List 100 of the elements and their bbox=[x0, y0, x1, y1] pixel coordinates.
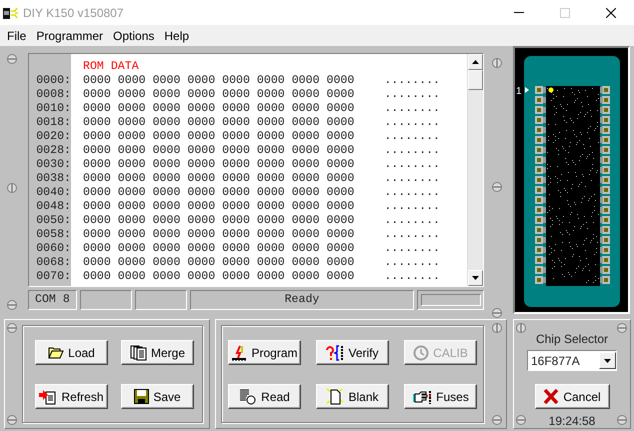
screw-icon bbox=[492, 58, 502, 68]
hex-data: 0000 0000 0000 0000 0000 0000 0000 0000 bbox=[83, 172, 354, 186]
address-label: 0030: bbox=[35, 158, 71, 172]
cross-icon bbox=[543, 389, 560, 404]
address-label: 0038: bbox=[35, 172, 71, 186]
question-brace-icon bbox=[326, 344, 344, 360]
pin-marker-icon bbox=[525, 87, 529, 93]
screw-icon bbox=[492, 182, 502, 192]
ascii-data: ........ bbox=[384, 172, 440, 186]
scroll-thumb[interactable] bbox=[468, 70, 483, 90]
file-button[interactable]: Merge bbox=[121, 340, 194, 365]
section-heading: ROM DATA bbox=[83, 60, 140, 74]
folder-icon bbox=[48, 346, 64, 359]
sparkle-page-icon bbox=[326, 388, 344, 405]
file-button[interactable]: Save bbox=[121, 384, 194, 409]
ascii-data: ........ bbox=[384, 214, 440, 228]
screw-icon bbox=[7, 323, 17, 333]
ascii-data: ........ bbox=[384, 158, 440, 172]
address-label: 0048: bbox=[35, 200, 71, 214]
clock-icon bbox=[413, 344, 430, 360]
clock-time: 19:24:58 bbox=[548, 413, 596, 430]
ascii-data: ........ bbox=[384, 242, 440, 256]
file-button[interactable]: Load bbox=[35, 340, 108, 365]
screw-icon bbox=[7, 54, 17, 64]
ascii-data: ........ bbox=[384, 228, 440, 242]
ascii-data: ........ bbox=[384, 74, 440, 88]
status-message: Ready bbox=[190, 290, 414, 310]
menu-item[interactable]: Options bbox=[108, 26, 160, 44]
status-port: COM 8 bbox=[28, 290, 77, 310]
device-button[interactable]: Program bbox=[228, 340, 301, 365]
screw-icon bbox=[7, 415, 17, 425]
hex-data: 0000 0000 0000 0000 0000 0000 0000 0000 bbox=[83, 256, 354, 270]
close-icon[interactable] bbox=[606, 8, 616, 18]
address-label: 0040: bbox=[35, 186, 71, 200]
screw-icon bbox=[516, 415, 526, 425]
ascii-data: ........ bbox=[384, 116, 440, 130]
window-title: DIY K150 v150807 bbox=[23, 4, 124, 22]
address-label: 0000: bbox=[35, 74, 71, 88]
documents-icon bbox=[130, 344, 147, 360]
scroll-up-icon[interactable] bbox=[472, 60, 479, 64]
hex-data: 0000 0000 0000 0000 0000 0000 0000 0000 bbox=[83, 186, 354, 200]
hex-data: 0000 0000 0000 0000 0000 0000 0000 0000 bbox=[83, 200, 354, 214]
hex-data: 0000 0000 0000 0000 0000 0000 0000 0000 bbox=[83, 228, 354, 242]
ascii-data: ........ bbox=[384, 102, 440, 116]
address-label: 0060: bbox=[35, 242, 71, 256]
document-circle-icon bbox=[239, 388, 258, 404]
bolt-icon bbox=[231, 344, 248, 360]
maximize-icon bbox=[560, 8, 570, 18]
screw-icon bbox=[492, 308, 502, 318]
device-button[interactable]: Blank bbox=[316, 384, 389, 409]
hex-data: 0000 0000 0000 0000 0000 0000 0000 0000 bbox=[83, 242, 354, 256]
device-button[interactable]: Read bbox=[228, 384, 301, 409]
screw-icon bbox=[7, 300, 17, 310]
screw-icon bbox=[617, 323, 627, 333]
screw-icon bbox=[7, 183, 17, 193]
hex-data: 0000 0000 0000 0000 0000 0000 0000 0000 bbox=[83, 130, 354, 144]
device-button[interactable]: Verify bbox=[316, 340, 389, 365]
ascii-data: ........ bbox=[384, 88, 440, 102]
cancel-button[interactable]: Cancel bbox=[534, 384, 610, 409]
ascii-data: ........ bbox=[384, 200, 440, 214]
hex-data: 0000 0000 0000 0000 0000 0000 0000 0000 bbox=[83, 144, 354, 158]
hex-data: 0000 0000 0000 0000 0000 0000 0000 0000 bbox=[83, 158, 354, 172]
ascii-data: ........ bbox=[384, 256, 440, 270]
chip-select[interactable]: 16F877A bbox=[527, 350, 617, 371]
screw-icon bbox=[516, 323, 526, 333]
hex-data: 0000 0000 0000 0000 0000 0000 0000 0000 bbox=[83, 88, 354, 102]
status-panel bbox=[135, 290, 187, 310]
scrollbar[interactable] bbox=[467, 54, 483, 286]
address-label: 0020: bbox=[35, 130, 71, 144]
document-arrow-icon bbox=[39, 388, 58, 404]
ascii-data: ........ bbox=[384, 144, 440, 158]
address-label: 0018: bbox=[35, 116, 71, 130]
field-label: Chip Selector bbox=[534, 331, 610, 346]
scroll-down-icon[interactable] bbox=[472, 276, 479, 280]
menu-item[interactable]: File bbox=[2, 26, 32, 44]
dropdown-arrow-icon[interactable] bbox=[604, 358, 611, 362]
hex-data: 0000 0000 0000 0000 0000 0000 0000 0000 bbox=[83, 116, 354, 130]
pin-number: 1 bbox=[516, 86, 522, 97]
file-button[interactable]: Refresh bbox=[35, 384, 108, 409]
address-label: 0068: bbox=[35, 256, 71, 270]
address-label: 0070: bbox=[35, 270, 71, 284]
screw-icon bbox=[492, 415, 502, 425]
address-label: 0058: bbox=[35, 228, 71, 242]
ascii-data: ........ bbox=[384, 186, 440, 200]
hex-data: 0000 0000 0000 0000 0000 0000 0000 0000 bbox=[83, 102, 354, 116]
ascii-data: ........ bbox=[384, 130, 440, 144]
menu-item[interactable]: Programmer bbox=[31, 26, 108, 44]
device-button[interactable]: Fuses bbox=[404, 384, 477, 409]
screw-icon bbox=[617, 415, 627, 425]
address-label: 0050: bbox=[35, 214, 71, 228]
menu-item[interactable]: Help bbox=[159, 26, 194, 44]
hand-pointer-icon bbox=[412, 390, 432, 404]
ascii-data: ........ bbox=[384, 270, 440, 284]
screw-icon bbox=[492, 323, 502, 333]
status-panel bbox=[80, 290, 132, 310]
hex-data: 0000 0000 0000 0000 0000 0000 0000 0000 bbox=[83, 74, 354, 88]
hex-data: 0000 0000 0000 0000 0000 0000 0000 0000 bbox=[83, 270, 354, 284]
hex-data: 0000 0000 0000 0000 0000 0000 0000 0000 bbox=[83, 214, 354, 228]
address-label: 0010: bbox=[35, 102, 71, 116]
address-label: 0008: bbox=[35, 88, 71, 102]
